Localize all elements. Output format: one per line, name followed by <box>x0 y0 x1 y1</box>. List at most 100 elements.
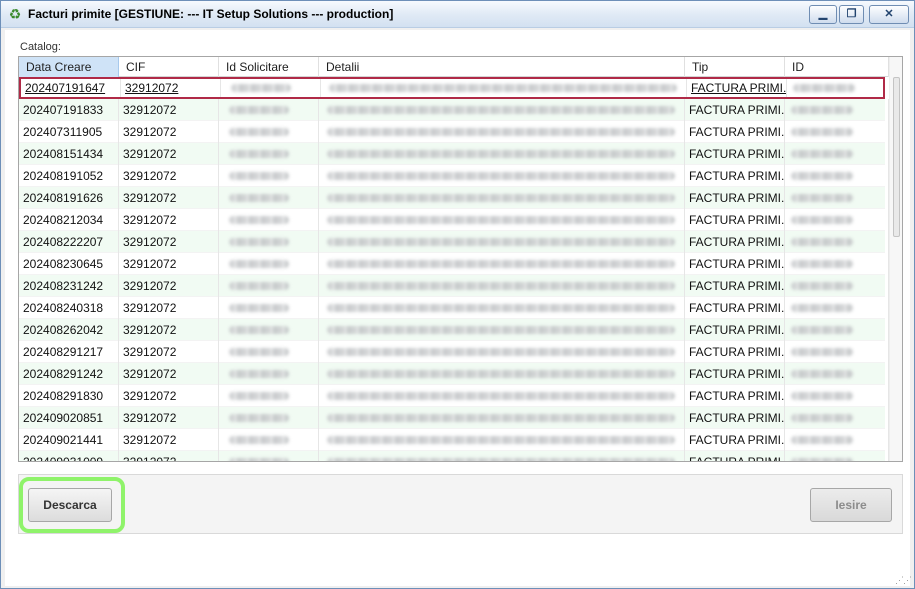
resize-grip-icon[interactable]: ⋰⋰ <box>895 575 912 586</box>
cell-id-solicitare[interactable] <box>219 253 319 275</box>
cell-tip[interactable]: FACTURA PRIMI... <box>685 165 785 187</box>
cell-cif[interactable]: 32912072 <box>119 451 219 461</box>
cell-id[interactable] <box>785 99 889 121</box>
cell-data-creare[interactable]: 202408191052 <box>19 165 119 187</box>
cell-id-solicitare[interactable] <box>219 451 319 461</box>
cell-data-creare[interactable]: 202409020851 <box>19 407 119 429</box>
cell-tip[interactable]: FACTURA PRIMI... <box>685 385 785 407</box>
table-row[interactable]: 202409020851 32912072 FACTURA PRIMI... <box>19 407 889 429</box>
cell-id[interactable] <box>785 385 889 407</box>
cell-detalii[interactable] <box>321 79 687 97</box>
cell-id[interactable] <box>785 253 889 275</box>
cell-id[interactable] <box>785 451 889 461</box>
cell-data-creare[interactable]: 202408230645 <box>19 253 119 275</box>
cell-id-solicitare[interactable] <box>219 407 319 429</box>
cell-id[interactable] <box>785 209 889 231</box>
exit-button[interactable]: Iesire <box>810 488 892 522</box>
cell-id-solicitare[interactable] <box>219 209 319 231</box>
cell-data-creare[interactable]: 202409031009 <box>19 451 119 461</box>
cell-id-solicitare[interactable] <box>219 429 319 451</box>
cell-id-solicitare[interactable] <box>219 143 319 165</box>
cell-id-solicitare[interactable] <box>221 79 321 97</box>
cell-tip[interactable]: FACTURA PRIMI... <box>685 187 785 209</box>
cell-detalii[interactable] <box>319 187 685 209</box>
minimize-button[interactable]: ▁ <box>809 5 837 24</box>
maximize-button[interactable]: ❐ <box>839 5 864 24</box>
cell-id[interactable] <box>785 319 889 341</box>
cell-cif[interactable]: 32912072 <box>119 209 219 231</box>
cell-tip[interactable]: FACTURA PRIMI... <box>685 99 785 121</box>
cell-id-solicitare[interactable] <box>219 165 319 187</box>
cell-id[interactable] <box>785 121 889 143</box>
cell-cif[interactable]: 32912072 <box>119 319 219 341</box>
cell-id[interactable] <box>785 297 889 319</box>
cell-cif[interactable]: 32912072 <box>119 407 219 429</box>
cell-data-creare[interactable]: 202407311905 <box>19 121 119 143</box>
cell-cif[interactable]: 32912072 <box>119 275 219 297</box>
cell-cif[interactable]: 32912072 <box>119 99 219 121</box>
table-row[interactable]: 202408291242 32912072 FACTURA PRIMI... <box>19 363 889 385</box>
table-row[interactable]: 202408240318 32912072 FACTURA PRIMI... <box>19 297 889 319</box>
cell-data-creare[interactable]: 202408291242 <box>19 363 119 385</box>
cell-id-solicitare[interactable] <box>219 385 319 407</box>
cell-id-solicitare[interactable] <box>219 341 319 363</box>
cell-data-creare[interactable]: 202408231242 <box>19 275 119 297</box>
cell-tip[interactable]: FACTURA PRIMI... <box>685 253 785 275</box>
cell-data-creare[interactable]: 202408212034 <box>19 209 119 231</box>
table-row[interactable]: 202408291830 32912072 FACTURA PRIMI... <box>19 385 889 407</box>
table-row[interactable]: 202408191626 32912072 FACTURA PRIMI... <box>19 187 889 209</box>
cell-id[interactable] <box>785 429 889 451</box>
cell-tip[interactable]: FACTURA PRIMI... <box>685 231 785 253</box>
table-row[interactable]: 202408151434 32912072 FACTURA PRIMI... <box>19 143 889 165</box>
cell-tip[interactable]: FACTURA PRIMI... <box>685 319 785 341</box>
cell-id-solicitare[interactable] <box>219 275 319 297</box>
table-row[interactable]: 202408222207 32912072 FACTURA PRIMI... <box>19 231 889 253</box>
cell-id-solicitare[interactable] <box>219 99 319 121</box>
cell-data-creare[interactable]: 202407191647 <box>21 79 121 97</box>
cell-detalii[interactable] <box>319 297 685 319</box>
cell-id[interactable] <box>785 231 889 253</box>
cell-detalii[interactable] <box>319 451 685 461</box>
cell-cif[interactable]: 32912072 <box>119 363 219 385</box>
cell-tip[interactable]: FACTURA PRIMI... <box>685 275 785 297</box>
cell-data-creare[interactable]: 202408291217 <box>19 341 119 363</box>
column-header-detalii[interactable]: Detalii <box>319 57 685 77</box>
column-header-cif[interactable]: CIF <box>119 57 219 77</box>
cell-detalii[interactable] <box>319 165 685 187</box>
cell-data-creare[interactable]: 202408262042 <box>19 319 119 341</box>
cell-detalii[interactable] <box>319 275 685 297</box>
cell-cif[interactable]: 32912072 <box>119 341 219 363</box>
cell-detalii[interactable] <box>319 231 685 253</box>
cell-id[interactable] <box>785 187 889 209</box>
cell-id[interactable] <box>785 143 889 165</box>
cell-cif[interactable]: 32912072 <box>119 143 219 165</box>
title-bar[interactable]: ♻ Facturi primite [GESTIUNE: --- IT Setu… <box>1 1 914 28</box>
cell-tip[interactable]: FACTURA PRIMI... <box>685 429 785 451</box>
cell-id[interactable] <box>785 407 889 429</box>
table-row[interactable]: 202409021441 32912072 FACTURA PRIMI... <box>19 429 889 451</box>
cell-cif[interactable]: 32912072 <box>119 385 219 407</box>
cell-id-solicitare[interactable] <box>219 121 319 143</box>
cell-detalii[interactable] <box>319 209 685 231</box>
cell-cif[interactable]: 32912072 <box>119 253 219 275</box>
cell-data-creare[interactable]: 202409021441 <box>19 429 119 451</box>
cell-data-creare[interactable]: 202407191833 <box>19 99 119 121</box>
cell-id-solicitare[interactable] <box>219 187 319 209</box>
cell-data-creare[interactable]: 202408291830 <box>19 385 119 407</box>
cell-tip[interactable]: FACTURA PRIMI... <box>685 407 785 429</box>
cell-id-solicitare[interactable] <box>219 319 319 341</box>
cell-detalii[interactable] <box>319 385 685 407</box>
cell-tip[interactable]: FACTURA PRIMI... <box>685 143 785 165</box>
table-row[interactable]: 202407311905 32912072 FACTURA PRIMI... <box>19 121 889 143</box>
cell-id[interactable] <box>785 341 889 363</box>
cell-id-solicitare[interactable] <box>219 231 319 253</box>
table-row[interactable]: 202408191052 32912072 FACTURA PRIMI... <box>19 165 889 187</box>
cell-tip[interactable]: FACTURA PRIMI... <box>685 451 785 461</box>
cell-detalii[interactable] <box>319 407 685 429</box>
scrollbar-thumb[interactable] <box>893 77 900 237</box>
column-header-data-creare[interactable]: Data Creare <box>19 57 119 77</box>
cell-detalii[interactable] <box>319 99 685 121</box>
cell-cif[interactable]: 32912072 <box>119 187 219 209</box>
cell-id-solicitare[interactable] <box>219 297 319 319</box>
cell-id-solicitare[interactable] <box>219 363 319 385</box>
